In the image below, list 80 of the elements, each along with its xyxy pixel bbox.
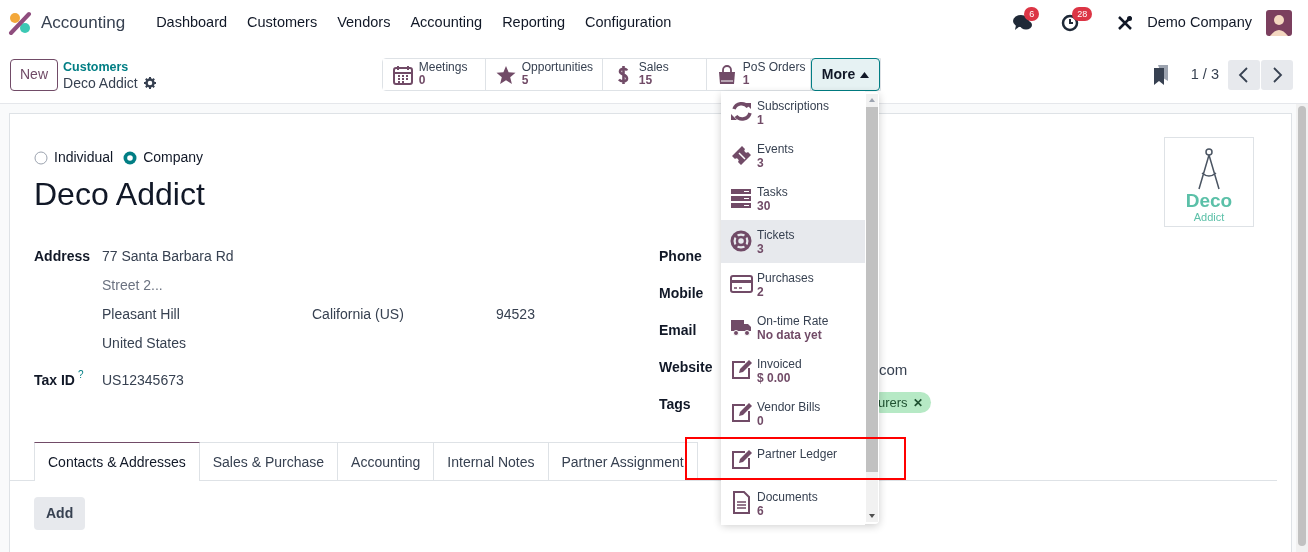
scrollbar[interactable] xyxy=(1296,104,1308,552)
field-label: Email xyxy=(659,322,697,338)
logo-text: Deco xyxy=(1185,191,1233,211)
smart-button[interactable]: Meetings 0 xyxy=(382,59,486,90)
app-logo-icon[interactable] xyxy=(8,11,32,35)
shopping-bag-icon xyxy=(716,65,737,85)
field-label: Mobile xyxy=(659,285,704,301)
dropdown-item[interactable]: Tickets 3 xyxy=(721,220,865,263)
ticket-icon xyxy=(730,143,753,166)
field-label: Phone xyxy=(659,248,702,264)
edit-icon xyxy=(730,401,753,424)
lifebuoy-icon xyxy=(730,229,753,252)
company-name[interactable]: Demo Company xyxy=(1147,12,1252,34)
calendar-icon xyxy=(392,65,413,85)
new-button[interactable]: New xyxy=(10,58,58,91)
field-value: 77 Santa Barbara Rd xyxy=(102,247,234,266)
smart-button-label: Sales xyxy=(638,61,669,74)
record-name: Deco Addict xyxy=(63,74,138,91)
tab[interactable]: Contacts & Addresses xyxy=(34,442,200,481)
smart-button-label: PoS Orders xyxy=(742,61,806,74)
dropdown-item[interactable]: Documents 6 xyxy=(721,482,865,525)
field-value: 94523 xyxy=(496,305,535,324)
caret-icon xyxy=(860,71,870,78)
refresh-icon xyxy=(730,100,753,123)
menu-item[interactable]: Customers xyxy=(237,12,328,34)
tab[interactable]: Partner Assignment xyxy=(548,442,698,481)
smart-button-label: Meetings xyxy=(418,61,468,74)
notification-badge: 6 xyxy=(1024,7,1040,21)
menu-item[interactable]: Vendors xyxy=(327,12,401,34)
tab[interactable]: Sales & Purchase xyxy=(199,442,339,481)
add-button[interactable]: Add xyxy=(34,497,86,530)
tools-icon[interactable] xyxy=(1117,15,1134,31)
radio-button[interactable] xyxy=(123,150,138,165)
field-value: California (US) xyxy=(312,305,405,324)
tag-label: urers xyxy=(878,393,908,412)
remove-tag-button[interactable]: ✕ xyxy=(912,393,923,412)
menu-item[interactable]: Accounting xyxy=(400,12,493,34)
breadcrumb-link[interactable]: Customers xyxy=(63,58,156,75)
field-value: United States xyxy=(102,334,187,353)
smart-button-value: 0 xyxy=(418,74,426,87)
avatar[interactable] xyxy=(1266,10,1292,36)
server-icon xyxy=(730,186,753,209)
document-icon xyxy=(730,491,753,514)
field-label: Tags xyxy=(659,396,691,412)
field-value: com xyxy=(879,360,908,380)
star-icon xyxy=(495,65,516,85)
dropdown-item[interactable]: Subscriptions 1 xyxy=(721,91,865,134)
previous-icon[interactable] xyxy=(1228,59,1260,90)
smart-button-value: 5 xyxy=(521,74,529,87)
dropdown-scrollbar[interactable] xyxy=(866,94,878,522)
smart-button-value: 1 xyxy=(742,74,751,87)
credit-card-icon xyxy=(730,272,753,295)
next-icon[interactable] xyxy=(1261,59,1293,90)
smart-button-label: Opportunities xyxy=(521,61,594,74)
field-label: Address xyxy=(34,247,91,266)
field-value: Pleasant Hill xyxy=(102,305,181,324)
smart-button-value: 15 xyxy=(638,74,654,87)
edit-icon xyxy=(730,358,753,381)
field-label: Tax ID xyxy=(34,371,75,390)
field-label: Website xyxy=(659,359,713,375)
bookmark-icon[interactable] xyxy=(1152,64,1169,85)
help-icon[interactable]: ? xyxy=(78,370,84,380)
menu-item[interactable]: Configuration xyxy=(575,12,682,34)
radio-label: Company xyxy=(143,148,204,167)
notification-badge: 28 xyxy=(1072,7,1093,21)
street2-field[interactable]: Street 2... xyxy=(102,275,302,295)
pager-value: 1 / 3 xyxy=(1190,64,1219,84)
app-name[interactable]: Accounting xyxy=(41,10,126,36)
radio-button[interactable] xyxy=(34,150,48,165)
settings-icon[interactable] xyxy=(143,76,156,89)
record-title: Deco Addict xyxy=(34,175,205,214)
more-button[interactable]: More xyxy=(810,58,881,91)
edit-icon xyxy=(730,448,753,471)
tab[interactable]: Internal Notes xyxy=(434,442,549,481)
menu-item[interactable]: Dashboard xyxy=(146,12,238,34)
logo-text: Addict xyxy=(1193,211,1225,223)
radio-label: Individual xyxy=(54,148,114,167)
field-value: US12345673 xyxy=(102,371,184,390)
menu-item[interactable]: Reporting xyxy=(492,12,575,34)
tab[interactable]: Accounting xyxy=(338,442,435,481)
